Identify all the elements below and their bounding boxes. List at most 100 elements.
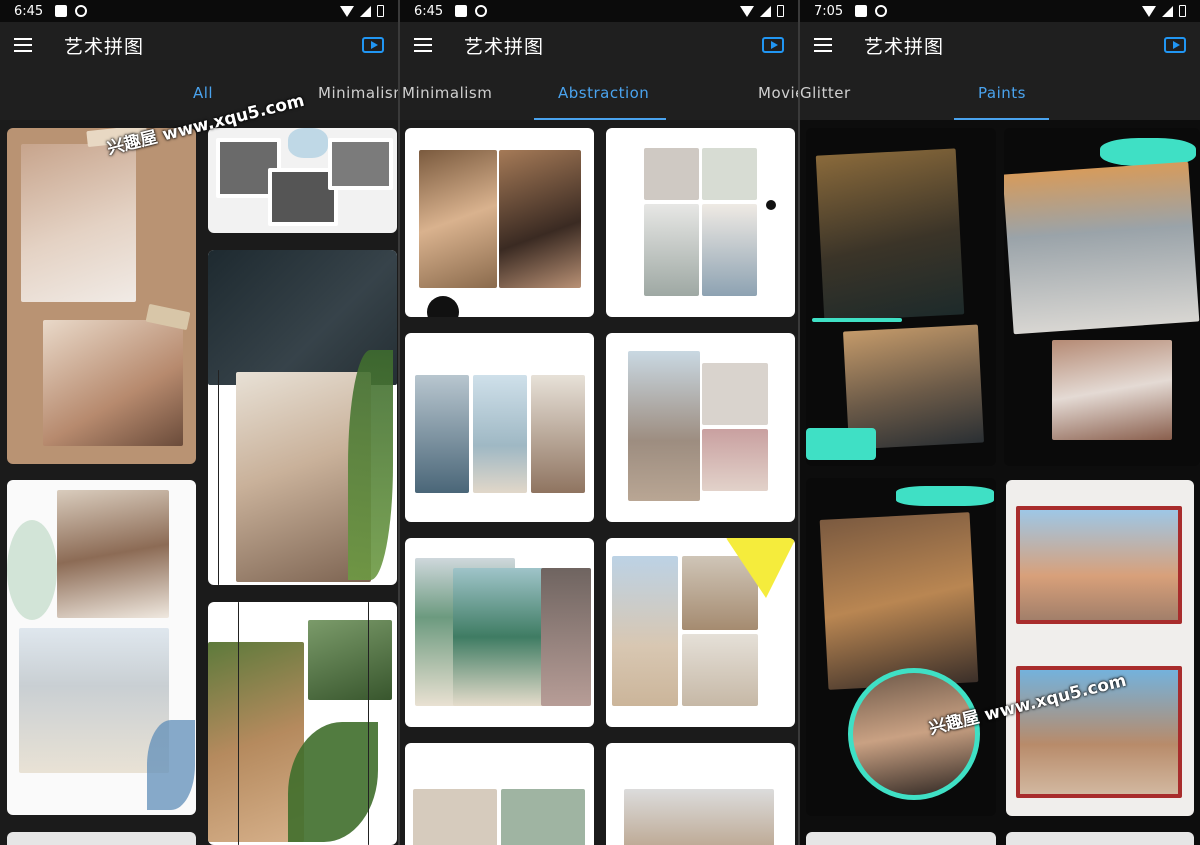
circle-decoration (766, 200, 776, 210)
template-card[interactable] (606, 128, 795, 317)
video-play-icon[interactable] (362, 37, 384, 53)
template-photo (624, 789, 774, 845)
template-photo (415, 375, 469, 493)
app-title: 艺术拼图 (464, 35, 545, 58)
signal-icon (360, 5, 371, 17)
battery-icon (777, 5, 784, 17)
line-decoration (218, 370, 219, 585)
template-card[interactable] (606, 333, 795, 522)
battery-icon (1179, 5, 1186, 17)
template-photo (702, 429, 768, 491)
tab-abstraction[interactable]: Abstraction (558, 84, 649, 102)
template-card[interactable] (405, 538, 594, 727)
signal-icon (1162, 5, 1173, 17)
circle-decoration (427, 296, 459, 317)
template-photo (819, 512, 979, 690)
template-card[interactable] (1004, 128, 1200, 466)
category-tabs: Minimalism Abstraction Movie (400, 68, 798, 120)
tab-glitter[interactable]: Glitter (800, 84, 851, 102)
status-bar: 6:45 (400, 0, 798, 22)
status-bar: 7:05 (800, 0, 1200, 22)
notification-a-icon (455, 5, 468, 17)
template-card[interactable] (606, 743, 795, 845)
template-card[interactable] (7, 832, 196, 845)
tab-minimalism[interactable]: Minimalism (402, 84, 492, 102)
menu-icon[interactable] (14, 38, 32, 52)
menu-icon[interactable] (814, 38, 832, 52)
template-photo (419, 150, 497, 288)
template-card[interactable] (806, 478, 996, 816)
template-grid (400, 120, 798, 845)
video-play-icon[interactable] (762, 37, 784, 53)
line-decoration (368, 602, 369, 845)
line-decoration (238, 602, 239, 845)
template-grid (0, 120, 398, 845)
template-photo (1052, 340, 1172, 440)
template-photo (21, 144, 136, 302)
template-photo (815, 148, 965, 322)
template-card[interactable] (606, 538, 795, 727)
template-card[interactable] (806, 128, 996, 466)
template-card[interactable] (208, 128, 397, 233)
template-card[interactable] (806, 832, 996, 845)
triangle-decoration (726, 538, 795, 598)
template-card[interactable] (208, 250, 397, 585)
template-card[interactable] (7, 480, 196, 815)
settings-gear-icon (875, 5, 888, 17)
template-card[interactable] (208, 602, 397, 845)
template-photo (531, 375, 585, 493)
tab-paints[interactable]: Paints (978, 84, 1026, 102)
watercolor-decoration (7, 520, 57, 620)
status-time: 7:05 (814, 3, 844, 19)
category-tabs: Glitter Paints (800, 68, 1200, 120)
status-time: 6:45 (414, 3, 444, 19)
leaf-decoration (348, 350, 393, 580)
template-card[interactable] (405, 333, 594, 522)
template-photo (43, 320, 183, 446)
notification-a-icon (55, 5, 68, 17)
app-toolbar: 艺术拼图 (0, 22, 398, 68)
template-card[interactable] (1006, 480, 1194, 816)
status-bar: 6:45 (0, 0, 398, 22)
template-photo (1016, 506, 1182, 624)
signal-icon (760, 5, 771, 17)
tab-movie[interactable]: Movie (758, 84, 798, 102)
template-photo (328, 138, 393, 190)
leaf-decoration (147, 720, 195, 810)
paint-stroke-decoration (896, 486, 994, 506)
app-title: 艺术拼图 (864, 35, 945, 58)
template-photo (57, 490, 169, 618)
app-title: 艺术拼图 (64, 35, 145, 58)
video-play-icon[interactable] (1164, 37, 1186, 53)
template-grid (800, 120, 1200, 845)
template-photo (501, 789, 585, 845)
template-card[interactable] (7, 128, 196, 464)
battery-icon (377, 5, 384, 17)
wifi-icon (340, 5, 354, 17)
template-photo (702, 204, 757, 296)
paint-stroke-decoration (812, 318, 902, 322)
settings-gear-icon (75, 5, 88, 17)
template-photo (541, 568, 591, 706)
wifi-icon (740, 5, 754, 17)
tab-minimalism[interactable]: Minimalism (318, 84, 398, 102)
template-photo (628, 351, 700, 501)
menu-icon[interactable] (414, 38, 432, 52)
settings-gear-icon (475, 5, 488, 17)
app-toolbar: 艺术拼图 (800, 22, 1200, 68)
notification-a-icon (855, 5, 868, 17)
template-photo (473, 375, 527, 493)
template-card[interactable] (405, 743, 594, 845)
template-card[interactable] (1006, 832, 1194, 845)
screen-all: 6:45 艺术拼图 All Minimalism (0, 0, 398, 845)
template-card[interactable] (405, 128, 594, 317)
template-photo (702, 363, 768, 425)
template-photo (308, 620, 392, 700)
template-photo (19, 628, 169, 773)
template-photo (644, 148, 699, 200)
watercolor-decoration (288, 128, 328, 158)
tab-all[interactable]: All (193, 84, 213, 102)
round-photo (848, 668, 980, 800)
screen-paints: 7:05 艺术拼图 Glitter Paints 兴趣屋 www.xqu5.co… (800, 0, 1200, 845)
template-photo (644, 204, 699, 296)
